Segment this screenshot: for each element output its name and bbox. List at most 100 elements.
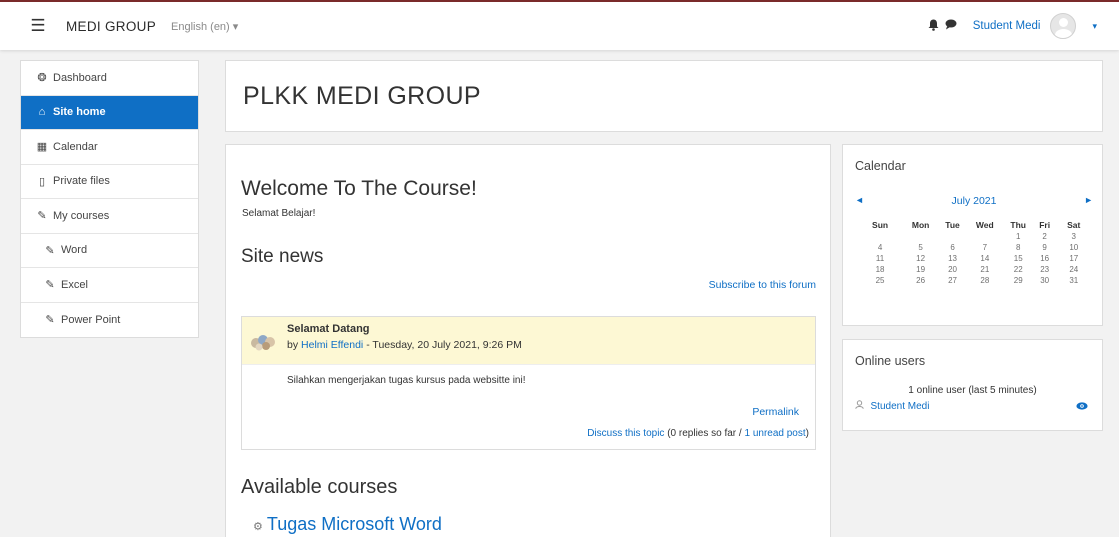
calendar-day[interactable]: 23 [1034, 264, 1056, 275]
navigation-drawer: ❂ Dashboard ⌂ Site home ▦ Calendar ▯ Pri… [20, 60, 199, 338]
drawer-item-calendar[interactable]: ▦ Calendar [21, 130, 198, 165]
calendar-week: 25 26 27 28 29 30 31 [843, 275, 1102, 286]
calendar-day[interactable]: 19 [903, 264, 938, 275]
main-content: Welcome To The Course! Selamat Belajar! … [225, 144, 831, 537]
user-area: Student Medi ▾ [928, 2, 1097, 50]
chevron-down-icon[interactable]: ▾ [1092, 21, 1097, 32]
calendar-day[interactable]: 2 [1034, 231, 1056, 242]
drawer-item-site-home[interactable]: ⌂ Site home [21, 95, 198, 130]
avatar[interactable] [1050, 13, 1077, 39]
online-users-block: Online users 1 online user (last 5 minut… [842, 339, 1103, 431]
calendar-day[interactable]: 25 [843, 275, 903, 286]
calendar-day[interactable]: 17 [1056, 253, 1102, 264]
calendar-day[interactable]: 13 [938, 253, 967, 264]
calendar-block-title: Calendar [855, 159, 906, 173]
calendar-day[interactable]: 4 [843, 242, 903, 253]
course-link[interactable]: ⚙ Tugas Microsoft Word [253, 514, 442, 535]
drawer-item-excel[interactable]: ✎ Excel [21, 268, 198, 303]
post-author-link[interactable]: Helmi Effendi [301, 339, 363, 351]
dashboard-icon: ❂ [37, 72, 47, 85]
page-header: PLKK MEDI GROUP [225, 60, 1103, 132]
subscribe-forum-link[interactable]: Subscribe to this forum [709, 279, 816, 291]
calendar-week: 18 19 20 21 22 23 24 [843, 264, 1102, 275]
discuss-topic-link[interactable]: Discuss this topic [587, 428, 664, 439]
drawer-item-power-point[interactable]: ✎ Power Point [21, 303, 198, 338]
calendar-grid: Sun Mon Tue Wed Thu Fri Sat 1 2 3 4 5 6 … [843, 218, 1102, 286]
permalink-link[interactable]: Permalink [752, 406, 799, 418]
calendar-day[interactable]: 9 [1034, 242, 1056, 253]
calendar-day[interactable]: 26 [903, 275, 938, 286]
calendar-day[interactable]: 21 [967, 264, 1003, 275]
calendar-day[interactable]: 12 [903, 253, 938, 264]
graduation-cap-icon: ✎ [45, 244, 55, 257]
drawer-item-label: Word [61, 244, 88, 257]
calendar-day[interactable]: 16 [1034, 253, 1056, 264]
drawer-item-dashboard[interactable]: ❂ Dashboard [21, 61, 198, 96]
calendar-week: 4 5 6 7 8 9 10 [843, 242, 1102, 253]
calendar-day[interactable]: 31 [1056, 275, 1102, 286]
drawer-item-private-files[interactable]: ▯ Private files [21, 165, 198, 199]
unread-post-link[interactable]: 1 unread post [744, 428, 805, 439]
calendar-day[interactable]: 29 [1003, 275, 1034, 286]
calendar-day[interactable]: 10 [1056, 242, 1102, 253]
calendar-day[interactable]: 30 [1034, 275, 1056, 286]
site-brand[interactable]: MEDI GROUP [66, 19, 156, 34]
welcome-heading: Welcome To The Course! [241, 177, 477, 200]
weekday-label: Sat [1067, 219, 1081, 230]
user-icon [855, 400, 867, 411]
forum-post: Selamat Datang by Helmi Effendi - Tuesda… [241, 316, 816, 450]
calendar-day[interactable]: 3 [1056, 231, 1102, 242]
calendar-day[interactable]: 11 [843, 253, 903, 264]
drawer-item-word[interactable]: ✎ Word [21, 234, 198, 268]
welcome-text: Selamat Belajar! [242, 208, 316, 219]
drawer-item-label: Calendar [53, 140, 98, 153]
course-name[interactable]: Tugas Microsoft Word [267, 514, 442, 534]
user-menu-name[interactable]: Student Medi [973, 20, 1041, 32]
online-user-item[interactable]: Student Medi [855, 400, 929, 412]
calendar-day[interactable] [903, 231, 938, 242]
calendar-day[interactable]: 8 [1003, 242, 1034, 253]
calendar-week: 11 12 13 14 15 16 17 [843, 253, 1102, 264]
calendar-icon: ▦ [36, 141, 48, 154]
calendar-day[interactable]: 5 [903, 242, 938, 253]
calendar-day[interactable]: 15 [1003, 253, 1034, 264]
site-news-heading: Site news [241, 246, 324, 267]
next-month-icon[interactable]: ► [1084, 195, 1093, 205]
calendar-day[interactable]: 14 [967, 253, 1003, 264]
calendar-day[interactable] [938, 231, 967, 242]
eye-icon[interactable] [1076, 402, 1088, 413]
course-icon: ⚙ [253, 521, 263, 533]
calendar-day[interactable]: 18 [843, 264, 903, 275]
calendar-day[interactable]: 28 [967, 275, 1003, 286]
online-users-count: 1 online user (last 5 minutes) [908, 385, 1037, 396]
calendar-day[interactable]: 24 [1056, 264, 1102, 275]
calendar-day[interactable]: 20 [938, 264, 967, 275]
hamburger-menu-icon[interactable]: ☰ [26, 14, 50, 38]
calendar-day[interactable] [843, 231, 903, 242]
calendar-day[interactable]: 1 [1003, 231, 1034, 242]
author-avatar[interactable] [250, 331, 278, 351]
calendar-day[interactable]: 6 [938, 242, 967, 253]
drawer-item-label: Excel [61, 278, 88, 291]
drawer-item-label: Site home [53, 106, 106, 119]
close-paren: ) [805, 428, 809, 439]
bell-icon[interactable] [928, 19, 939, 34]
online-users-title: Online users [855, 354, 926, 368]
speech-bubble-icon[interactable] [945, 19, 957, 33]
post-subject[interactable]: Selamat Datang [287, 323, 370, 335]
language-selector[interactable]: English (en) ▾ [171, 20, 238, 33]
drawer-item-my-courses[interactable]: ✎ My courses [21, 199, 198, 234]
calendar-day[interactable]: 22 [1003, 264, 1034, 275]
post-date: - Tuesday, 20 July 2021, 9:26 PM [366, 339, 522, 351]
drawer-item-label: Dashboard [53, 71, 107, 84]
calendar-day[interactable]: 7 [967, 242, 1003, 253]
file-icon: ▯ [38, 175, 46, 188]
navbar: ☰ MEDI GROUP English (en) ▾ Student Medi… [0, 0, 1119, 50]
weekday-row: Sun Mon Tue Wed Thu Fri Sat [843, 218, 1102, 231]
online-user-name[interactable]: Student Medi [871, 401, 930, 412]
drawer-item-label: Power Point [61, 313, 121, 326]
calendar-day[interactable] [967, 231, 1003, 242]
post-body: Silahkan mengerjakan tugas kursus pada w… [287, 375, 526, 386]
calendar-day[interactable]: 27 [938, 275, 967, 286]
calendar-month-label[interactable]: July 2021 [855, 195, 1093, 207]
